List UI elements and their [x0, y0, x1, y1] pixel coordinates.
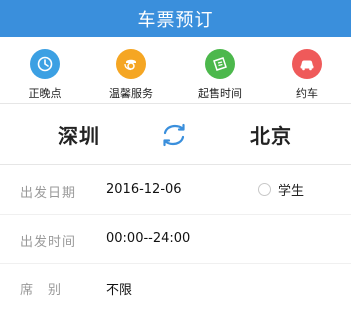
quick-nav-label: 起售时间 [198, 87, 242, 100]
departure-date-value[interactable]: 2016-12-06 [106, 182, 182, 197]
page-title: 车票预订 [137, 9, 214, 31]
departure-time-label: 出发时间 [20, 235, 77, 250]
arrival-city[interactable]: 北京 [250, 120, 292, 149]
quick-nav-label: 约车 [296, 87, 318, 100]
seat-class-value[interactable]: 不限 [106, 279, 132, 298]
quick-nav-item-service[interactable]: 温馨服务 [91, 49, 171, 101]
departure-city[interactable]: 深圳 [58, 120, 100, 149]
service-icon [116, 49, 146, 79]
quick-nav-label: 正晚点 [28, 87, 62, 100]
student-radio[interactable] [258, 183, 271, 196]
departure-time-value[interactable]: 00:00--24:00 [106, 231, 190, 246]
clock-icon [30, 49, 60, 79]
car-icon [292, 49, 322, 79]
seat-class-label: 席 别 [20, 283, 63, 298]
departure-date-row[interactable]: 出发日期 2016-12-06 学生 [0, 166, 351, 215]
route-selector: 深圳 北京 [0, 104, 351, 165]
ticket-icon [205, 49, 235, 79]
quick-nav-item-sale-time[interactable]: 起售时间 [180, 49, 260, 101]
app-header: 车票预订 [0, 0, 351, 37]
quick-nav-item-delay[interactable]: 正晚点 [5, 49, 85, 101]
departure-date-label: 出发日期 [20, 186, 77, 201]
quick-nav-item-car[interactable]: 约车 [267, 49, 347, 101]
student-label: 学生 [278, 184, 305, 199]
departure-time-row[interactable]: 出发时间 00:00--24:00 [0, 215, 351, 264]
quick-nav: 正晚点 温馨服务 起售时间 约车 [0, 37, 351, 104]
seat-class-row[interactable]: 席 别 不限 [0, 263, 351, 311]
swap-icon[interactable] [160, 123, 188, 147]
student-option[interactable]: 学生 [258, 180, 304, 199]
quick-nav-label: 温馨服务 [109, 87, 153, 100]
